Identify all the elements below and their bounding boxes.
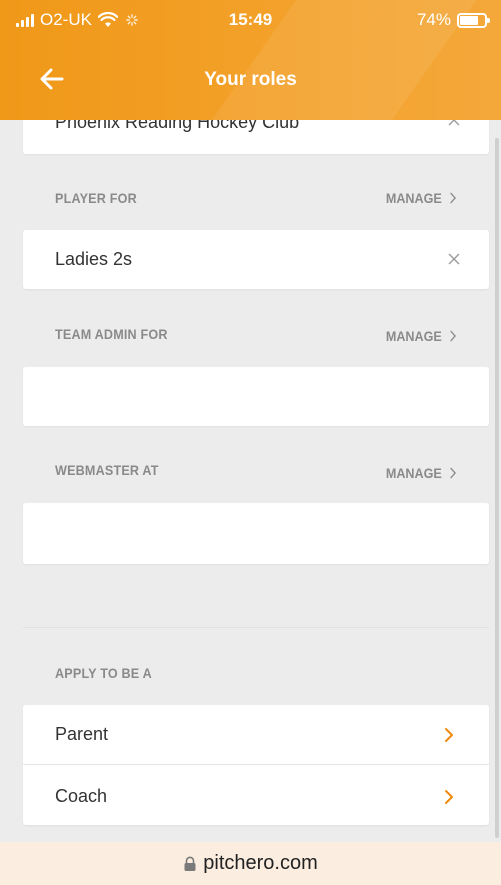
lock-icon <box>184 856 196 871</box>
chevron-right-icon <box>450 467 456 479</box>
club-name: Phoenix Reading Hockey Club <box>55 120 300 132</box>
apply-parent-item[interactable]: Parent <box>23 705 489 764</box>
manage-team-admin-button[interactable]: MANAGE <box>386 328 456 344</box>
section-divider <box>23 627 489 628</box>
manage-label: MANAGE <box>385 465 442 481</box>
manage-label: MANAGE <box>385 190 442 206</box>
section-label-webmaster: WEBMASTER AT <box>55 462 159 478</box>
team-name: Ladies 2s <box>55 249 133 269</box>
manage-webmaster-button[interactable]: MANAGE <box>386 465 456 481</box>
nav-bar: Your roles <box>0 52 501 108</box>
section-label-player: PLAYER FOR <box>55 190 137 206</box>
apply-item-label: Parent <box>55 724 109 744</box>
section-label-team-admin: TEAM ADMIN FOR <box>55 326 168 342</box>
close-icon[interactable] <box>447 252 461 266</box>
manage-label: MANAGE <box>385 328 442 344</box>
club-card: Phoenix Reading Hockey Club <box>23 120 489 154</box>
webmaster-card <box>23 503 489 564</box>
page-title: Your roles <box>204 69 297 90</box>
team-admin-card <box>23 367 489 426</box>
url-domain: pitchero.com <box>203 852 318 874</box>
section-label-apply: APPLY TO BE A <box>55 665 152 681</box>
chevron-right-icon <box>450 330 456 342</box>
close-icon[interactable] <box>447 120 461 127</box>
team-card-ladies-2s: Ladies 2s <box>23 230 489 289</box>
apply-item-label: Coach <box>55 786 108 806</box>
scrollbar[interactable] <box>495 138 499 838</box>
browser-url-bar[interactable]: pitchero.com <box>0 842 501 885</box>
battery-percent: 74% <box>416 10 451 29</box>
roles-list: Phoenix Reading Hockey Club PLAYER FOR M… <box>0 120 501 842</box>
chevron-right-icon <box>445 790 453 804</box>
chevron-right-icon <box>450 192 456 204</box>
apply-coach-item[interactable]: Coach <box>23 765 489 825</box>
app-header: O2-UK 15:49 74% Your roles <box>0 0 501 120</box>
status-bar: O2-UK 15:49 74% <box>0 0 501 40</box>
status-right: 74% <box>416 10 490 30</box>
battery-icon <box>457 12 490 28</box>
chevron-right-icon <box>445 728 453 742</box>
manage-player-button[interactable]: MANAGE <box>386 190 456 206</box>
